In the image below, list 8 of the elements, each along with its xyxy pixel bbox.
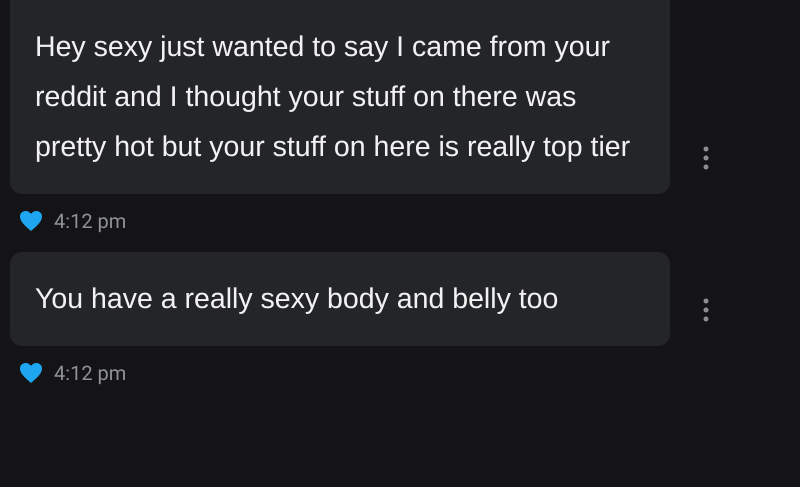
heart-icon[interactable] xyxy=(19,210,43,232)
message-time: 4:12 pm xyxy=(54,360,126,387)
heart-icon[interactable] xyxy=(19,362,43,384)
message-text: Hey sexy just wanted to say I came from your reddit and I thought your stuff on there was pretty hot but your stuff on here is really top tier xyxy=(35,30,632,165)
message-text: You have a really sexy body and belly too xyxy=(35,282,560,317)
more-options-icon[interactable] xyxy=(703,298,709,322)
more-options-icon[interactable] xyxy=(703,146,709,170)
message-time: 4:12 pm xyxy=(54,208,126,235)
